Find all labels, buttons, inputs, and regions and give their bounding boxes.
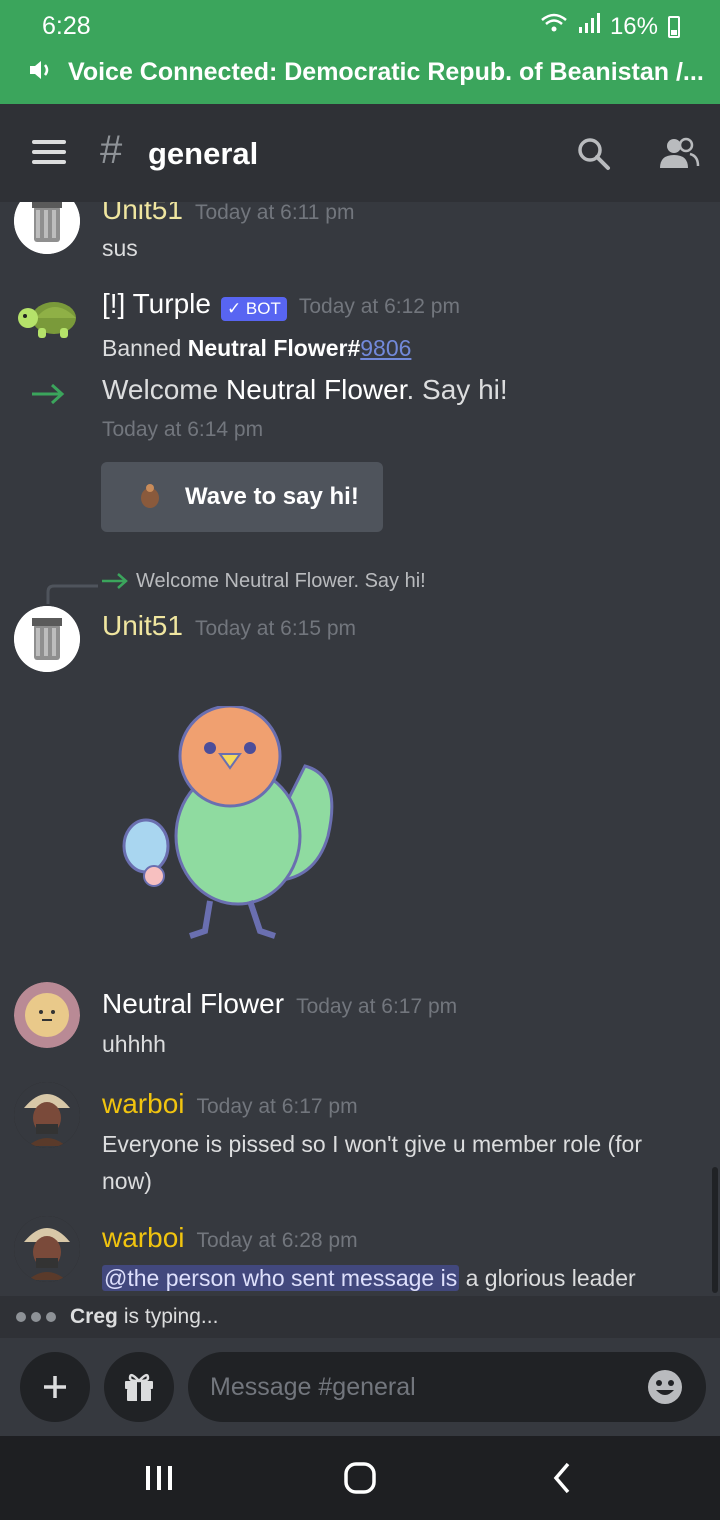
status-and-voice-area: 6:28 16% Voice Connected: Democratic Rep… (0, 0, 720, 104)
message-item: warboi Today at 6:17 pm Everyone is pisse… (0, 1082, 700, 1202)
reply-preview[interactable]: Welcome Neutral Flower. Say hi! (136, 570, 426, 593)
plus-icon (44, 1376, 66, 1398)
message-header: Neutral Flower Today at 6:17 pm (102, 988, 457, 1020)
message-text: uhhhh (102, 1031, 166, 1057)
banned-user: Neutral Flower# (187, 335, 361, 361)
menu-icon[interactable] (32, 140, 66, 164)
message-item: Welcome Neutral Flower. Say hi! Unit51 To… (0, 566, 700, 946)
add-attachment-button[interactable] (20, 1352, 90, 1422)
scrollbar[interactable] (712, 1167, 718, 1293)
back-icon[interactable] (544, 1462, 584, 1494)
signal-icon (578, 12, 600, 41)
message-item: [!] Turple ✓ BOT Today at 6:12 pm Banned N… (0, 288, 700, 368)
welcome-text: Welcome Neutral Flower. Say hi! (102, 374, 508, 406)
typing-dots-icon (16, 1312, 56, 1322)
wave-button[interactable]: Wave to say hi! (101, 462, 383, 532)
gift-button[interactable] (104, 1352, 174, 1422)
message-list[interactable]: Unit51 Today at 6:11 pm sus [!] Turple ✓ B… (0, 202, 720, 1296)
author-name[interactable]: [!] Turple (102, 288, 211, 319)
system-nav-bar (0, 1436, 720, 1520)
typing-user: Creg (70, 1305, 118, 1328)
wave-sticker-icon (135, 480, 165, 515)
home-icon[interactable] (340, 1462, 380, 1494)
emoji-icon[interactable] (646, 1368, 684, 1406)
timestamp: Today at 6:15 pm (194, 617, 357, 640)
author-name[interactable]: warboi (102, 1088, 184, 1119)
typing-text: is typing... (123, 1305, 219, 1328)
message-text: Banned Neutral Flower#9806 (102, 330, 411, 367)
welcome-user[interactable]: Neutral Flower (226, 374, 407, 405)
text-prefix: Banned (102, 335, 188, 361)
message-header: warboi Today at 6:28 pm (102, 1222, 358, 1254)
timestamp: Today at 6:11 pm (194, 202, 355, 224)
message-header: warboi Today at 6:17 pm (102, 1088, 358, 1120)
status-time: 6:28 (42, 12, 91, 40)
speaker-icon (28, 58, 54, 87)
timestamp: Today at 6:28 pm (196, 1229, 358, 1252)
gift-icon (125, 1373, 153, 1401)
avatar[interactable] (14, 288, 80, 354)
avatar[interactable] (14, 606, 80, 672)
members-icon[interactable] (656, 136, 700, 172)
typing-indicator: Creg is typing... (0, 1296, 720, 1338)
bot-badge: ✓ BOT (220, 296, 287, 321)
voice-connected-bar[interactable]: Voice Connected: Democratic Repub. of Be… (28, 58, 704, 87)
message-header: Unit51 Today at 6:11 pm (102, 202, 354, 226)
battery-icon (668, 15, 680, 38)
author-name[interactable]: Unit51 (102, 610, 183, 641)
battery-percent: 16% (609, 12, 658, 40)
recent-apps-icon[interactable] (140, 1462, 180, 1494)
message-text: sus (102, 235, 138, 261)
channel-header: # general (0, 104, 720, 202)
timestamp: Today at 6:12 pm (298, 295, 460, 318)
bird-sticker[interactable] (110, 704, 350, 946)
discriminator-link[interactable]: 9806 (360, 335, 411, 361)
message-item: warboi Today at 6:28 pm @the person who s… (0, 1216, 700, 1296)
timestamp: Today at 6:17 pm (296, 995, 458, 1018)
channel-title[interactable]: general (148, 136, 258, 172)
status-icons: 16% (540, 12, 680, 41)
author-name[interactable]: Unit51 (102, 202, 183, 225)
join-arrow-icon (30, 380, 66, 413)
app-root: 6:28 16% Voice Connected: Democratic Rep… (0, 0, 720, 1520)
author-name[interactable]: Neutral Flower (102, 988, 284, 1019)
message-input-placeholder: Message #general (210, 1373, 416, 1401)
avatar[interactable] (14, 202, 80, 254)
message-input[interactable]: Message #general (188, 1352, 706, 1422)
avatar[interactable] (14, 1082, 80, 1148)
user-mention[interactable]: @the person who sent message is (102, 1265, 460, 1291)
author-name[interactable]: warboi (102, 1222, 184, 1253)
reply-arrow-icon (100, 570, 130, 597)
message-text-line1: Everyone is pissed so I won't give u mem… (102, 1131, 643, 1157)
message-rest: a glorious leader (459, 1265, 636, 1291)
search-icon[interactable] (576, 136, 612, 172)
message-text-line2: now) (102, 1168, 152, 1194)
wifi-icon (540, 12, 568, 41)
welcome-prefix: Welcome (102, 374, 226, 405)
welcome-suffix: . Say hi! (406, 374, 508, 405)
message-item: Neutral Flower Today at 6:17 pm uhhhh (0, 982, 700, 1062)
timestamp: Today at 6:14 pm (102, 418, 264, 441)
message-composer: Message #general (0, 1338, 720, 1436)
reply-connector (46, 580, 100, 609)
avatar[interactable] (14, 982, 80, 1048)
voice-connected-text: Voice Connected: Democratic Repub. of Be… (68, 58, 704, 86)
message-header: Unit51 Today at 6:15 pm (102, 610, 356, 642)
message-header: [!] Turple ✓ BOT Today at 6:12 pm (102, 288, 460, 321)
message-item: Unit51 Today at 6:11 pm sus (0, 202, 700, 268)
message-text: @the person who sent message is a glorio… (102, 1260, 636, 1296)
channel-hash-icon: # (100, 128, 123, 172)
avatar[interactable] (14, 1216, 80, 1282)
wave-button-label: Wave to say hi! (185, 483, 359, 510)
timestamp: Today at 6:17 pm (196, 1095, 358, 1118)
